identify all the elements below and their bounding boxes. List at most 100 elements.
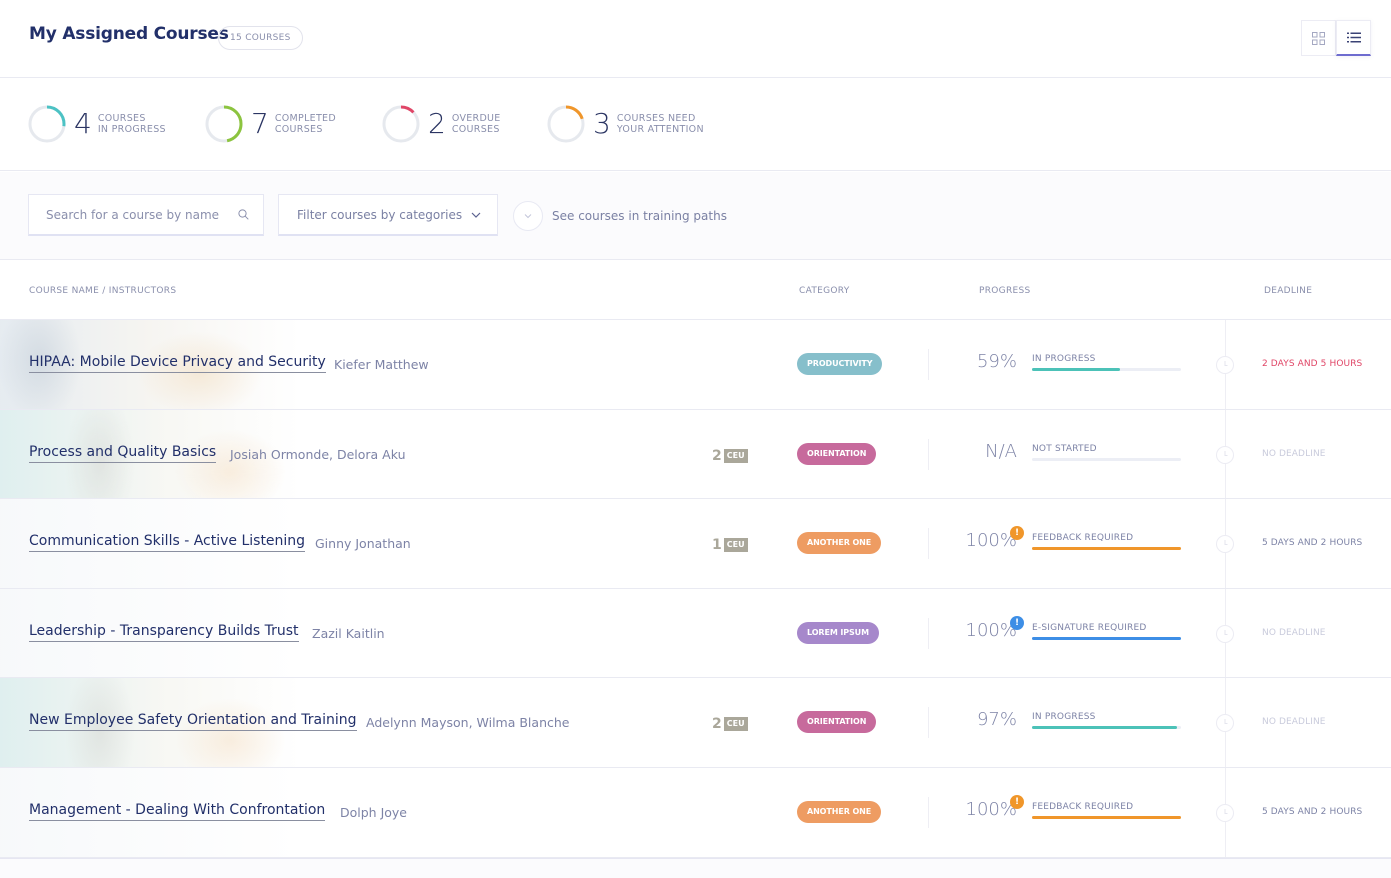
- ceu-tag: CEU: [723, 448, 748, 463]
- progress-status: FEEDBACK REQUIRED: [1032, 533, 1134, 544]
- progress-bar-fill: [1032, 636, 1181, 640]
- ceu-tag: CEU: [723, 717, 748, 732]
- course-title-link[interactable]: Leadership - Transparency Builds Trust: [29, 623, 299, 642]
- category-badge: PRODUCTIVITY: [797, 353, 883, 375]
- stat-completed: 7 COMPLETED COURSES: [205, 104, 336, 144]
- progress-status: IN PROGRESS: [1032, 354, 1096, 364]
- column-header-progress[interactable]: PROGRESS: [979, 286, 1031, 296]
- list-footer: [0, 858, 1391, 878]
- ceu-value: 1: [712, 537, 722, 554]
- column-header-course[interactable]: COURSE NAME / INSTRUCTORS: [29, 286, 176, 296]
- list-icon: [1346, 32, 1361, 43]
- clock-icon: [1216, 624, 1234, 643]
- category-badge: LOREM IPSUM: [797, 621, 879, 644]
- grid-view-button[interactable]: [1301, 20, 1336, 56]
- clock-icon: [1216, 535, 1234, 554]
- course-title-link[interactable]: Communication Skills - Active Listening: [29, 533, 306, 553]
- course-instructors: Adelynn Mayson, Wilma Blanche: [366, 715, 570, 731]
- list-view-button[interactable]: [1336, 20, 1371, 56]
- column-header-deadline[interactable]: DEADLINE: [1264, 286, 1312, 296]
- check-icon: [524, 214, 532, 219]
- search-field[interactable]: [28, 194, 264, 236]
- progress-ring: [382, 105, 420, 143]
- category-badge: ORIENTATION: [797, 442, 877, 465]
- stat-value: 4: [74, 107, 92, 140]
- table-row[interactable]: Process and Quality Basics Josiah Ormonde…: [0, 409, 1391, 500]
- progress-bar-fill: [1032, 726, 1177, 730]
- table-row[interactable]: Leadership - Transparency Builds Trust Za…: [0, 588, 1391, 679]
- progress-status: IN PROGRESS: [1032, 712, 1096, 723]
- divider: [928, 796, 929, 828]
- chevron-down-icon: [471, 212, 481, 218]
- training-paths-toggle[interactable]: See courses in training paths: [513, 201, 727, 231]
- course-count-badge: 15 COURSES: [218, 26, 303, 50]
- deadline-text: 5 DAYS AND 2 HOURS: [1262, 538, 1363, 549]
- table-header: COURSE NAME / INSTRUCTORS CATEGORY PROGR…: [0, 261, 1391, 320]
- stat-label: COURSES NEED YOUR ATTENTION: [616, 113, 704, 135]
- category-filter-select[interactable]: Filter courses by categories: [278, 194, 498, 236]
- progress-ring: [205, 105, 243, 143]
- stat-overdue: 2 OVERDUE COURSES: [382, 104, 501, 144]
- ceu-value: 2: [712, 716, 722, 733]
- ceu-credits: 2 CEU: [712, 448, 748, 464]
- progress-percent: 97%: [976, 709, 1017, 731]
- progress-bar-fill: [1032, 547, 1181, 551]
- category-badge: ANOTHER ONE: [797, 800, 882, 823]
- course-instructors: Ginny Jonathan: [315, 536, 411, 552]
- clock-icon: [1216, 803, 1234, 822]
- course-title-link[interactable]: Management - Dealing With Confrontation: [29, 802, 326, 821]
- clock-icon: [1216, 445, 1234, 464]
- alert-icon[interactable]: !: [1010, 794, 1024, 809]
- progress-bar-fill: [1032, 815, 1181, 819]
- stat-in-progress: 4 COURSES IN PROGRESS: [28, 104, 166, 144]
- stat-label: COMPLETED COURSES: [274, 113, 336, 135]
- search-icon: [238, 209, 249, 220]
- table-row[interactable]: HIPAA: Mobile Device Privacy and Securit…: [0, 320, 1391, 410]
- course-instructors: Josiah Ormonde, Delora Aku: [230, 446, 406, 462]
- course-title-link[interactable]: HIPAA: Mobile Device Privacy and Securit…: [29, 354, 326, 373]
- progress-percent: N/A: [985, 440, 1017, 462]
- column-header-category[interactable]: CATEGORY: [799, 286, 850, 296]
- table-row[interactable]: New Employee Safety Orientation and Trai…: [0, 678, 1391, 768]
- course-title-link[interactable]: Process and Quality Basics: [29, 444, 217, 463]
- search-input[interactable]: [46, 207, 238, 222]
- progress-bar: [1032, 726, 1181, 730]
- page-header: My Assigned Courses 15 COURSES: [0, 0, 1391, 78]
- ceu-credits: 1 CEU: [712, 537, 748, 553]
- deadline-text: 5 DAYS AND 2 HOURS: [1262, 806, 1363, 817]
- ceu-credits: 2 CEU: [712, 716, 748, 732]
- progress-status: E-SIGNATURE REQUIRED: [1032, 622, 1147, 633]
- stat-value: 2: [428, 107, 446, 140]
- progress-bar-fill: [1032, 368, 1120, 371]
- grid-icon: [1312, 31, 1325, 45]
- stat-value: 7: [251, 107, 269, 140]
- divider: [928, 528, 929, 560]
- alert-icon[interactable]: !: [1010, 526, 1024, 541]
- stat-value: 3: [593, 107, 611, 140]
- deadline-text: 2 DAYS AND 5 HOURS: [1262, 359, 1363, 369]
- course-instructors: Dolph Joye: [340, 804, 407, 820]
- course-instructors: Zazil Kaitlin: [312, 625, 385, 641]
- progress-bar: [1032, 636, 1181, 640]
- page-title: My Assigned Courses: [29, 24, 229, 44]
- view-toggle: [1301, 20, 1371, 56]
- divider: [928, 707, 929, 739]
- checkbox-circle[interactable]: [513, 201, 543, 231]
- table-row[interactable]: Communication Skills - Active Listening G…: [0, 499, 1391, 589]
- stat-need-attention: 3 COURSES NEED YOUR ATTENTION: [547, 104, 704, 144]
- clock-icon: [1216, 356, 1234, 374]
- ceu-tag: CEU: [723, 538, 748, 553]
- progress-ring: [28, 105, 66, 143]
- ceu-value: 2: [712, 447, 722, 464]
- table-row[interactable]: Management - Dealing With Confrontation D…: [0, 767, 1391, 858]
- progress-ring: [547, 105, 585, 143]
- progress-status: NOT STARTED: [1032, 443, 1097, 454]
- alert-icon[interactable]: !: [1010, 615, 1024, 630]
- stat-label: COURSES IN PROGRESS: [97, 113, 166, 135]
- stat-label: OVERDUE COURSES: [451, 113, 501, 135]
- divider: [928, 617, 929, 649]
- clock-icon: [1216, 714, 1234, 733]
- category-badge: ANOTHER ONE: [797, 532, 882, 555]
- course-title-link[interactable]: New Employee Safety Orientation and Trai…: [29, 712, 357, 732]
- category-badge: ORIENTATION: [797, 711, 877, 734]
